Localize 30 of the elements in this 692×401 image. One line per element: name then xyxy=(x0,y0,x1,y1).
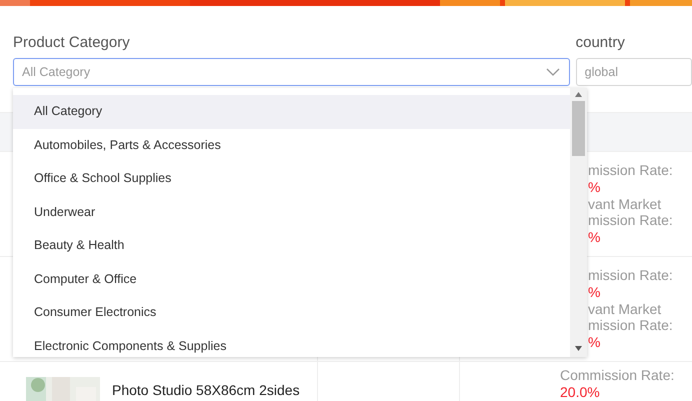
field-label: country xyxy=(576,34,626,52)
rate-value: % xyxy=(588,229,602,246)
select-field[interactable]: global xyxy=(576,58,692,86)
scrollbar-thumb[interactable] xyxy=(572,101,585,156)
field-label: Product Category xyxy=(13,34,131,52)
dropdown-option[interactable]: Office & School Supplies xyxy=(13,162,570,196)
scrollbar[interactable] xyxy=(570,88,587,357)
rate-value: % xyxy=(588,178,602,196)
dropdown-option[interactable]: Underwear xyxy=(13,196,570,229)
dropdown-option[interactable]: Computer & Office xyxy=(13,262,570,296)
rate-value: % xyxy=(588,284,602,301)
scroll-up-icon xyxy=(575,92,582,97)
product-name: Photo Studio 58X86cm 2sides xyxy=(112,382,300,398)
scroll-down-icon xyxy=(575,346,582,351)
rate-value: 20.0% xyxy=(560,384,601,401)
rate-label: Commission Rate: xyxy=(560,367,676,384)
rate-label: mission Rate: xyxy=(588,162,674,179)
rate-label: mission Rate: xyxy=(588,212,674,230)
dropdown-option[interactable]: Consumer Electronics xyxy=(13,296,570,330)
rate-label: vant Market xyxy=(588,300,662,318)
chevron-down-icon xyxy=(546,68,560,76)
dropdown-option[interactable]: Electronic Components & Supplies xyxy=(13,330,570,357)
dropdown-option[interactable]: All Category xyxy=(13,95,570,128)
dropdown-option[interactable]: Automobiles, Parts & Accessories xyxy=(13,128,570,162)
select-field[interactable]: All Category xyxy=(13,58,570,86)
rate-label: mission Rate: xyxy=(588,317,674,334)
rate-label: mission Rate: xyxy=(588,267,674,284)
rate-value: % xyxy=(588,334,602,351)
rate-label: vant Market xyxy=(588,196,662,212)
dropdown-option[interactable]: Beauty & Health xyxy=(13,229,570,262)
